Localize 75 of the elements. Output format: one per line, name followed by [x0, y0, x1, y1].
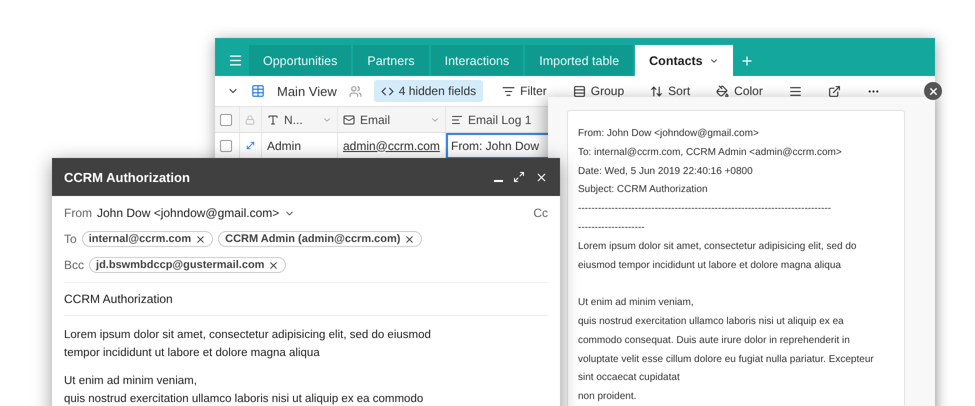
share-icon [828, 84, 841, 98]
body-text-line: Ut enim ad minim veniam, [578, 296, 695, 310]
lock-icon [245, 114, 255, 124]
recipient-address: CCRM Admin (admin@ccrm.com) [225, 233, 400, 245]
from-label: From [64, 206, 92, 220]
toolbar-button[interactable]: Group [566, 80, 632, 102]
text-type-icon [267, 114, 279, 126]
code-icon [380, 84, 394, 98]
view-name[interactable]: Main View [277, 84, 337, 98]
close-icon [928, 86, 938, 96]
checkbox[interactable] [220, 114, 232, 126]
recipient-address: jd.bswmbdccp@gustermail.com [96, 259, 264, 271]
close-button[interactable] [535, 170, 548, 184]
checkbox[interactable] [220, 140, 232, 152]
remove-icon[interactable] [195, 234, 206, 244]
sort-icon [650, 84, 664, 98]
expand-icon[interactable] [245, 140, 256, 151]
column-header[interactable]: Email [338, 107, 446, 133]
minimize-icon [494, 180, 503, 182]
body-text-line: Lorem ipsum dolor sit amet, consectetur adipisicing elit, sed do eiusmod [64, 328, 432, 343]
close-icon [535, 170, 548, 184]
header-line: Subject: CCRM Authorization [578, 183, 709, 198]
group-icon [572, 84, 586, 98]
menu-icon [228, 53, 242, 68]
header-line: From: John Dow <johndow@gmail.com> [578, 127, 760, 141]
expand-button[interactable] [513, 171, 525, 183]
body-text-line: tempor incididunt ut labore et dolore magna aliqua [64, 346, 321, 361]
cell-text: Admin [267, 138, 302, 152]
body-text-line: commodo consequat. Duis aute irure dolor in reprehenderit in [578, 334, 851, 348]
column-title: N... [284, 112, 304, 126]
body-text-line: quis nostrud exercitation ullamco laboris nisi ut aliquip ex ea [578, 314, 845, 329]
column-header[interactable]: N... [262, 107, 338, 133]
expand-icon [513, 171, 525, 183]
toolbar-button[interactable]: Sort [643, 80, 698, 102]
cell-text: admin@ccrm.com [343, 138, 440, 152]
body-text-line: Lorem ipsum dolor sit amet, consectetur adipisicing elit, sed do [578, 240, 858, 254]
compose-title: CCRM Authorization [64, 170, 191, 184]
body-text-line: sint occaecat cupidatat [578, 371, 681, 386]
cell-text: From: John Dow [451, 138, 540, 152]
tab[interactable]: Contacts [635, 45, 733, 76]
toolbar-button[interactable]: 4 hidden fields [374, 80, 484, 102]
recipient-chip[interactable]: internal@ccrm.com [82, 231, 214, 247]
people-icon [348, 84, 362, 98]
body-text-line: voluptate velit esse cillum dolore eu fugiat nulla pariatur. Excepteur [578, 352, 875, 367]
separator-line: ---------------------------------------------------------------------------- [578, 202, 832, 216]
plus-icon [740, 54, 754, 68]
paint-bucket-icon [716, 84, 730, 98]
bcc-label: Bcc [64, 258, 84, 272]
recipient-chip[interactable]: CCRM Admin (admin@ccrm.com) [218, 231, 422, 247]
body-text-line: non proident. [578, 390, 638, 404]
toolbar-button[interactable]: Color [709, 80, 770, 102]
to-label: To [64, 232, 77, 246]
column-title: Email [360, 112, 392, 126]
body-text-line: quis nostrud exercitation ullamco laboris nisi ut aliquip ex ea commodo [64, 392, 424, 406]
body-text-line: Ut enim ad minim veniam, [64, 374, 198, 389]
header-line: To: internal@ccrm.com, CCRM Admin <admin@ccrm.com> [578, 146, 843, 160]
column-title: Email Log 1 [468, 112, 532, 126]
remove-icon[interactable] [268, 260, 280, 270]
recipient-chip[interactable]: jd.bswmbdccp@gustermail.com [89, 257, 286, 273]
mail-icon [343, 114, 355, 126]
recipient-address: internal@ccrm.com [88, 233, 192, 245]
toolbar-button[interactable]: Filter [495, 80, 554, 102]
grid-view-icon [251, 84, 265, 98]
long-text-icon [451, 114, 463, 126]
cc-link[interactable]: Cc [533, 206, 548, 220]
separator-line: -------------------- [578, 220, 646, 235]
row-height-icon [788, 84, 802, 98]
subject-field[interactable]: CCRM Authorization [64, 282, 548, 316]
body-text-line: eiusmod tempor incididunt ut labore et dolore magna aliqua [578, 258, 842, 273]
header-line: Date: Wed, 5 Jun 2019 22:40:16 +0800 [578, 164, 754, 179]
table-cell[interactable]: From: John Dow [446, 133, 564, 159]
from-field[interactable]: John Dow <johndow@gmail.com> [97, 206, 280, 220]
remove-icon[interactable] [404, 234, 416, 244]
close-button[interactable] [924, 82, 942, 100]
filter-icon [502, 84, 516, 98]
